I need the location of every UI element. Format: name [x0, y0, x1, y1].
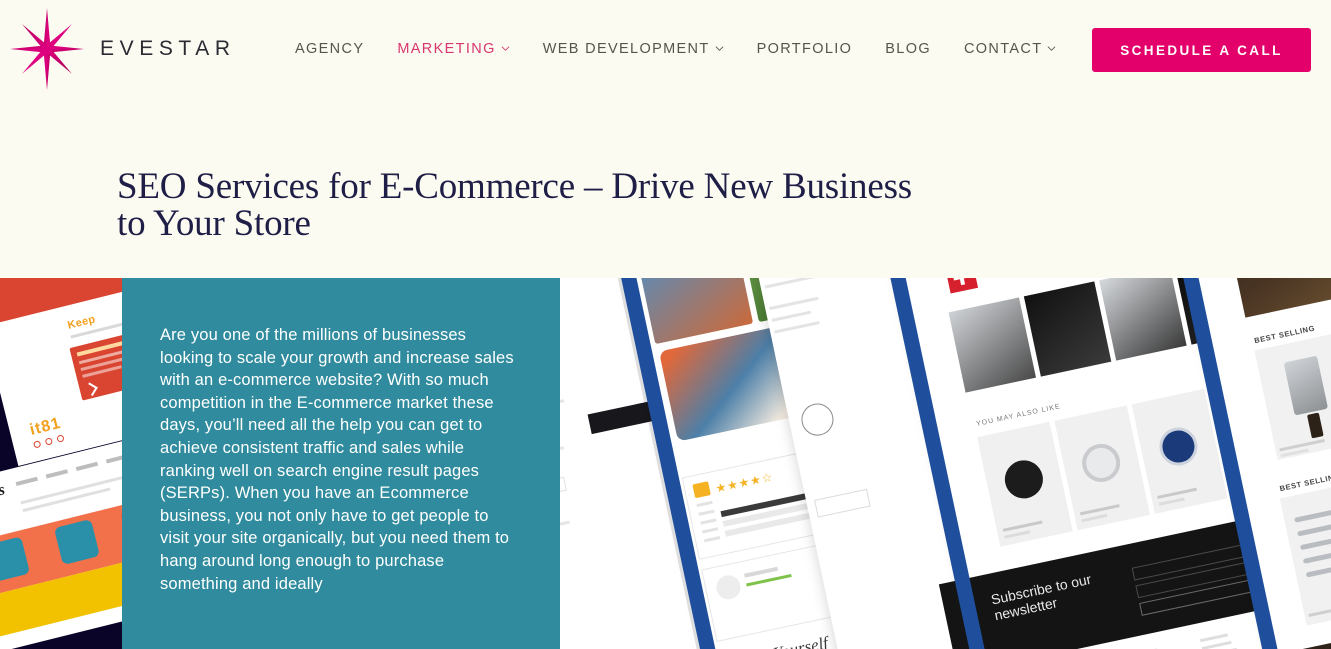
- site-header: EVESTAR AGENCY MARKETING WEB DEVELOPMENT…: [0, 0, 1331, 98]
- star-rating-icon: ★★★★☆: [714, 469, 775, 496]
- nav-item-portfolio[interactable]: PORTFOLIO: [757, 41, 853, 57]
- chevron-down-icon: [715, 44, 724, 53]
- mockup-brand: inkkas: [0, 481, 7, 509]
- mockup-badge-icon: [798, 400, 837, 439]
- page-title: SEO Services for E-Commerce – Drive New …: [117, 166, 912, 244]
- newsletter-title: Subscribe to our newsletter: [989, 570, 1093, 624]
- nav-item-contact[interactable]: CONTACT: [964, 41, 1056, 57]
- mockup-inkkas-site: inkkas: [0, 434, 122, 649]
- nav-item-agency[interactable]: AGENCY: [295, 41, 364, 57]
- nav-label-web-development: WEB DEVELOPMENT: [542, 41, 710, 57]
- hero-lower-section: Keep it81 inkkas Are you one of the mill…: [0, 278, 1331, 649]
- avatar: [714, 573, 743, 602]
- collage-right-mockups: ★★★★☆ ★★★★☆ Express Yourself IN INKKAS: [560, 278, 1331, 649]
- nav-label-blog: BLOG: [885, 41, 931, 57]
- mockup-it81-site: Keep it81: [0, 278, 122, 467]
- nav-item-marketing[interactable]: MARKETING: [397, 41, 510, 57]
- brand-name: EVESTAR: [100, 37, 236, 60]
- mockup-hero-banner: HIGH-QUALITY KNIVES, HAND CRAFTED TO PER…: [1216, 278, 1331, 318]
- schedule-a-call-button[interactable]: SCHEDULE A CALL: [1092, 28, 1311, 72]
- collage-left-mockups: Keep it81 inkkas: [0, 278, 122, 649]
- intro-paragraph: Are you one of the millions of businesse…: [160, 326, 514, 593]
- mockup-hero-band: [0, 278, 122, 327]
- nav-label-portfolio: PORTFOLIO: [756, 41, 853, 57]
- brand-logo-link[interactable]: EVESTAR: [8, 6, 236, 92]
- nav-item-blog[interactable]: BLOG: [885, 41, 931, 57]
- chevron-down-icon: [501, 44, 510, 53]
- nav-label-marketing: MARKETING: [397, 41, 496, 57]
- eight-point-star-icon: [8, 6, 86, 92]
- mockup-product-row: [1254, 291, 1331, 461]
- primary-navigation: AGENCY MARKETING WEB DEVELOPMENT PORTFOL…: [295, 0, 1089, 98]
- mockup-shipping-card: [69, 329, 122, 401]
- arrow-icon: [84, 382, 98, 397]
- nav-label-contact: CONTACT: [963, 41, 1043, 57]
- mockup-product-card: [1279, 475, 1331, 626]
- chevron-down-icon: [1047, 44, 1056, 53]
- nav-label-agency: AGENCY: [295, 41, 365, 57]
- mockup-product-card: [1254, 331, 1331, 461]
- nav-item-web-development[interactable]: WEB DEVELOPMENT: [543, 41, 724, 57]
- intro-text-panel: Are you one of the millions of businesse…: [122, 278, 560, 649]
- swiss-flag-icon: [944, 278, 979, 294]
